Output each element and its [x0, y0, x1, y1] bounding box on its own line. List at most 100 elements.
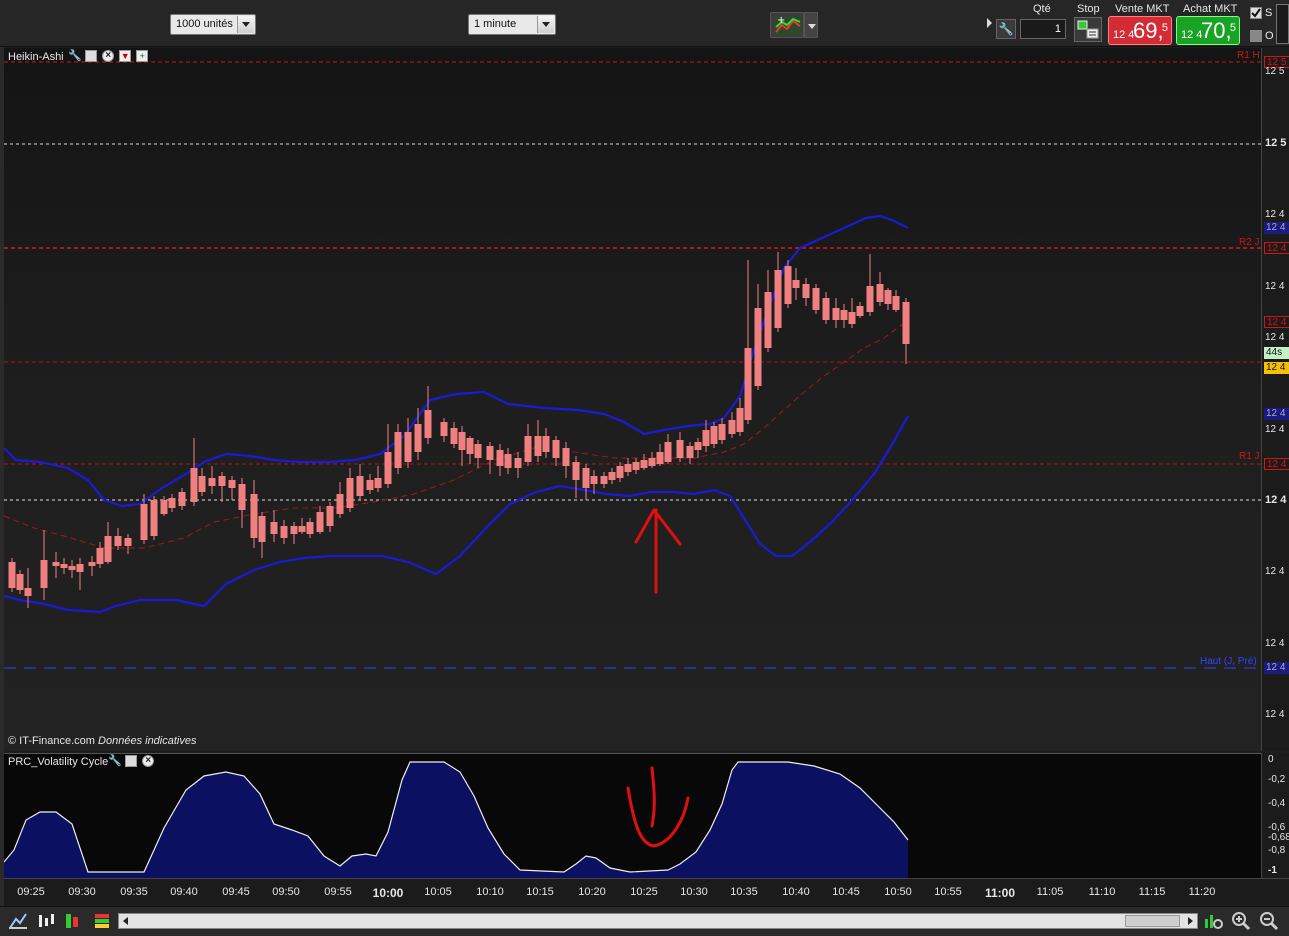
time-axis[interactable]: 09:25 09:30 09:35 09:40 09:45 09:50 09:55 10:00… — [4, 878, 1289, 906]
time-tick: 10:35 — [730, 886, 758, 898]
window-icon[interactable] — [85, 50, 98, 62]
time-tick: 10:40 — [782, 886, 810, 898]
price-chart[interactable]: Heikin-Ashi 🔧 × ▼ + R1 H R2 J R1 J Haut … — [4, 48, 1261, 751]
bearish-candle — [876, 284, 884, 302]
sell-market-button[interactable]: 12 4 69, 5 — [1108, 16, 1172, 45]
chevron-down-icon[interactable] — [537, 16, 554, 33]
period-select[interactable]: 1 minute — [468, 14, 556, 35]
scroll-thumb[interactable] — [1125, 915, 1180, 927]
bearish-candle — [840, 310, 848, 320]
bearish-candle — [664, 442, 672, 462]
side-panel-toggle[interactable] — [1276, 4, 1289, 44]
window-icon[interactable] — [125, 755, 138, 767]
wrench-icon[interactable]: 🔧 — [108, 755, 122, 767]
stop-button[interactable] — [1074, 17, 1102, 42]
bearish-candle — [552, 440, 560, 458]
qty-input[interactable]: 1 — [1020, 19, 1066, 39]
scroll-left-icon[interactable] — [120, 915, 132, 927]
bearish-candle — [718, 424, 726, 440]
units-select[interactable]: 1000 unités — [170, 14, 256, 35]
time-tick: 10:00 — [372, 886, 404, 900]
color-icon[interactable] — [92, 911, 112, 931]
level-tag-haut: Haut (J, Pré) — [1200, 656, 1257, 667]
bearish-candle — [414, 424, 422, 452]
add-icon[interactable]: + — [136, 50, 149, 62]
horizontal-scrollbar[interactable] — [118, 913, 1198, 929]
bearish-candle — [16, 574, 24, 590]
bearish-candle — [702, 430, 710, 446]
buy-market-button[interactable]: 12 4 70, 5 — [1176, 16, 1240, 45]
time-tick: 10:05 — [424, 886, 452, 898]
osc-tick: -0,4 — [1268, 798, 1286, 809]
s-checkbox[interactable] — [1250, 7, 1262, 19]
bearish-candle — [784, 266, 792, 304]
checkmark-icon — [1251, 8, 1261, 18]
indicator-icon[interactable] — [36, 911, 56, 931]
o-checkbox[interactable] — [1250, 30, 1262, 42]
bearish-candle — [676, 440, 684, 458]
volatility-cycle-canvas — [4, 761, 909, 878]
bearish-candle — [744, 348, 752, 420]
close-icon[interactable]: × — [102, 50, 115, 62]
price-chart-canvas — [4, 61, 1261, 669]
chevron-down-icon[interactable] — [237, 16, 254, 33]
bearish-candle — [76, 564, 84, 572]
price-axis[interactable]: 12 5 12 5 12 5 12 4 12 4 12 4 12 4 12 4 … — [1261, 48, 1289, 751]
zoom-in-icon[interactable] — [1231, 911, 1251, 931]
bearish-candle — [648, 458, 656, 466]
bearish-candle — [892, 296, 900, 310]
drawing-tools-dropdown[interactable] — [804, 12, 818, 38]
haut-badge: 12 4 — [1264, 662, 1289, 674]
scroll-right-icon[interactable] — [1184, 915, 1196, 927]
bearish-candle — [440, 422, 448, 436]
bearish-candle — [104, 536, 112, 562]
bearish-candle — [316, 512, 324, 532]
oscillator-axis[interactable]: 0 -0,2 -0,4 -0,6 -0,68 -0,8 -1 — [1261, 753, 1289, 878]
time-tick: 11:20 — [1188, 886, 1216, 898]
price-tick: 12 4 — [1265, 638, 1285, 649]
bearish-candle — [656, 452, 664, 464]
stop-order-icon — [1077, 20, 1099, 39]
zoom-fit-icon[interactable] — [1203, 911, 1223, 931]
bearish-candle — [822, 298, 830, 320]
bearish-candle — [8, 562, 16, 588]
bearish-candle — [178, 492, 186, 506]
price-tick: 12 4 — [1265, 709, 1285, 720]
countdown-badge: 44s — [1264, 347, 1289, 359]
bearish-candle — [562, 448, 570, 466]
buy-price-prefix: 12 4 — [1181, 29, 1203, 41]
bearish-candle — [450, 428, 458, 444]
wrench-icon[interactable]: 🔧 — [68, 50, 82, 62]
bearish-candle — [306, 522, 314, 534]
bar-style-icon[interactable] — [62, 911, 82, 931]
bearish-candle — [764, 292, 772, 348]
drawing-tools-button[interactable]: + — [770, 12, 804, 38]
osc-tick: 0 — [1268, 754, 1274, 765]
expand-arrow-icon[interactable] — [987, 18, 992, 28]
move-down-icon[interactable]: ▼ — [119, 50, 132, 62]
bearish-candle — [802, 284, 810, 298]
chart-title: Heikin-Ashi — [8, 51, 64, 63]
sell-price-prefix: 12 4 — [1113, 29, 1135, 41]
bearish-candle — [140, 504, 148, 540]
close-icon[interactable]: × — [142, 755, 155, 767]
time-tick: 10:25 — [630, 886, 658, 898]
time-tick: 10:55 — [934, 886, 962, 898]
bearish-candle — [298, 526, 306, 532]
bearish-candle — [424, 410, 432, 438]
stop-label: Stop — [1077, 3, 1100, 15]
time-tick: 10:50 — [884, 886, 912, 898]
bearish-candle — [356, 476, 364, 496]
zoom-out-icon[interactable] — [1259, 911, 1279, 931]
osc-tick: -0,8 — [1268, 845, 1286, 856]
sell-price-main: 69, — [1133, 18, 1164, 43]
volatility-cycle-panel[interactable]: PRC_Volatility Cycle 🔧 × — [4, 753, 1261, 878]
bearish-candle — [466, 438, 474, 454]
chart-type-icon[interactable] — [8, 911, 28, 931]
bearish-candle — [728, 420, 736, 434]
bearish-candle — [902, 302, 910, 344]
svg-text:+: + — [777, 15, 785, 26]
bearish-candle — [366, 480, 374, 490]
wrench-icon[interactable]: 🔧 — [996, 19, 1016, 39]
bearish-candle — [374, 478, 382, 488]
